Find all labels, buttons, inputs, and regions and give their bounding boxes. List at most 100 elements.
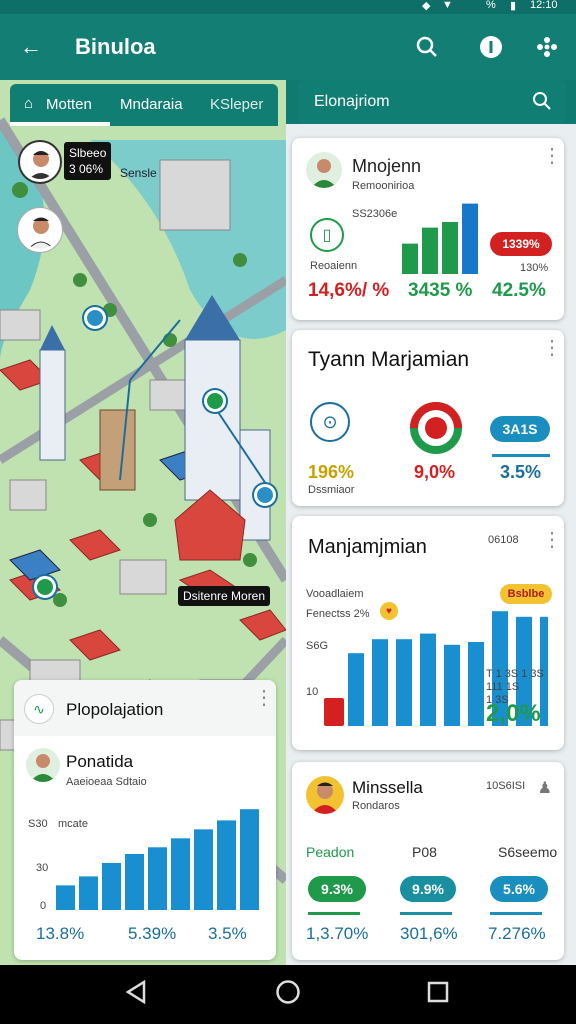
stat: 3.5% [208,924,247,943]
info-icon[interactable] [476,32,506,62]
location-icon: ⊙ [310,402,350,442]
line-3: S6G [306,640,329,652]
status-badge: 1339% [490,232,552,256]
card-subtitle: Remoonirioa [352,180,415,192]
status-bar: ◆ ▼ % ▮ 12:10 [0,0,576,14]
card-subtitle: Rondaros [352,800,400,812]
chart-bar [462,203,478,274]
more-icon[interactable]: ⋮ [254,688,274,708]
chart-bar [217,820,236,910]
stat-pill: 9.3% [308,876,366,902]
divider [308,912,360,915]
stat-red: 14,6%/ % [308,280,390,301]
chart-icon: ▯ [310,218,344,252]
tab-mndaraia[interactable]: Mndaraia [120,96,183,113]
card-title: Tyann Marjamian [308,348,470,371]
card-title: Manjamjmian [308,536,427,558]
settings-icon[interactable] [532,32,562,62]
search-icon[interactable] [412,32,442,62]
card-code: 06108 [488,534,519,546]
activity-icon: ∿ [24,694,54,724]
card-title: Minssella [352,778,423,797]
column-label: Peadon [306,844,355,860]
chart-bar [240,809,259,910]
more-icon[interactable]: ⋮ [542,338,562,358]
user-avatar[interactable] [20,142,60,182]
y-tick: 30 [36,862,49,874]
stat-pill: 9.9% [400,876,456,902]
clock: 12:10 [530,0,558,11]
right-label: 130% [520,262,549,274]
chart-bar [442,222,458,274]
stat-pill: 5.6% [490,876,548,902]
more-icon[interactable]: ⋮ [542,146,562,166]
wifi-icon: ▼ [442,0,453,11]
chart-bar [171,838,190,910]
chart-bar [194,829,213,910]
chart-bar [148,847,167,910]
red-marker [324,698,344,726]
stat: 5.39% [128,924,177,943]
card-manjamjmian[interactable]: Manjamjmian 06108 ⋮ Vooadlaiem Fenectss … [292,516,564,750]
mid-pct: 9,0% [414,462,456,482]
home-icon[interactable] [275,979,301,1010]
more-icon[interactable]: ⋮ [542,530,562,550]
column-label: S6seemo [498,844,558,860]
card-code: 10S6ISI [486,780,526,792]
avatar [306,152,342,188]
chart-bar [396,639,412,726]
system-nav-bar [0,965,576,1024]
tab-indicator [10,122,110,126]
bar-chart [56,809,259,910]
chart-bar [402,243,418,274]
card-title: Plopolajation [66,700,164,719]
right-pct: 3.5% [500,462,542,482]
chart-bar [444,644,460,726]
stat: 1,3.70% [306,924,369,943]
card-overview[interactable]: Mnojenn Remoonirioa ⋮ SS2306e ▯ Reoaienn… [292,138,564,320]
map-pin[interactable] [84,307,106,329]
left-label: Reoaienn [310,260,358,272]
chart-bar [422,227,438,274]
user-label-text: Sensle [120,166,157,180]
chart-bar [79,876,98,910]
map-pin[interactable] [254,484,276,506]
y-tick: 0 [40,900,47,912]
card-minssella[interactable]: Minssella Rondaros 10S6ISI ♟ Peadon P08 … [292,762,564,960]
chart-bar [348,653,364,726]
back-icon[interactable] [124,979,150,1010]
map-pin[interactable] [204,390,226,412]
app-bar: ← Binuloa [0,14,576,80]
map-pin[interactable] [34,576,56,598]
big-stat: 2,0% [486,700,541,727]
tab-motten[interactable]: Motten [46,96,92,113]
chart-bar [102,862,121,910]
user-avatar[interactable] [18,208,62,252]
avatar [306,776,344,814]
recents-icon[interactable] [425,979,451,1010]
card-population[interactable]: ∿ Plopolajation ⋮ Ponatida Aaeioeaa Sdta… [14,680,276,960]
stat: 7.276% [488,924,546,943]
tab-bar: ⌂ Motten Mndaraia KSleper [10,84,278,126]
axis-tick: 10 [306,686,319,698]
left-sub: Dssmiaor [308,484,355,496]
home-icon: ⌂ [24,95,34,112]
tab-ksleper[interactable]: KSleper [210,96,263,113]
chart-bar [468,642,484,726]
mini-bar-chart [402,203,478,274]
stat: 13.8% [36,924,85,943]
card-marjamian[interactable]: Tyann Marjamian ⋮ ⊙ 196% Dssmiaor 9,0% 3… [292,330,564,506]
back-arrow-icon[interactable]: ← [16,32,46,62]
card-subtitle: Ponatida [66,752,134,771]
search-icon[interactable] [532,91,552,116]
user-icon[interactable]: ♟ [538,778,552,798]
left-pct: 196% [308,462,355,482]
chart-bar [125,854,144,910]
stat-right: 42.5% [492,280,546,301]
column-label: P08 [412,844,437,860]
right-search-bar[interactable]: Elonajriom [298,80,566,124]
card-title: Mnojenn [352,156,422,176]
stat: 301,6% [400,924,458,943]
chart-bar [56,885,75,910]
user-label: Slbeeo 3 06% [64,142,112,180]
